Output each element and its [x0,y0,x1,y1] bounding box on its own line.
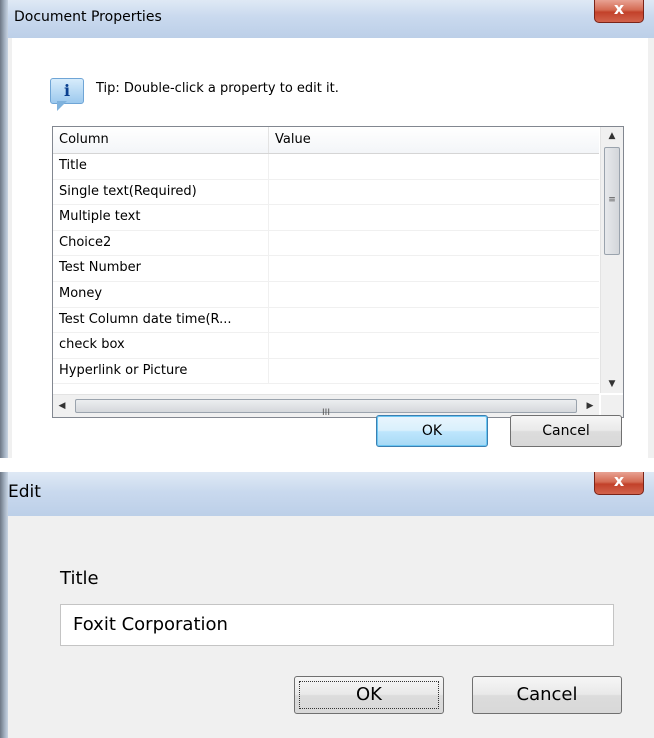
row-value-cell [269,154,599,179]
list-row[interactable]: Money [53,281,599,308]
row-column-cell: Choice2 [53,230,269,256]
window-border [0,472,8,738]
separator [0,460,654,472]
row-column-cell: Money [53,281,269,307]
grip-icon: ≡ [608,195,616,205]
list-row[interactable]: check box [53,333,599,359]
tip-text: Tip: Double-click a property to edit it. [96,81,339,96]
cancel-button[interactable]: Cancel [472,676,622,714]
row-value-cell [269,282,599,307]
list-rows: Title Single text(Required) Multiple tex… [53,154,599,390]
scroll-down-arrow-icon[interactable]: ▼ [601,375,623,393]
vertical-scrollbar[interactable]: ▲ ≡ ▼ [600,127,623,393]
horizontal-scroll-thumb[interactable]: III [75,399,577,417]
row-value-cell [269,180,599,205]
ok-button[interactable]: OK [294,676,444,714]
row-value-cell [269,333,599,358]
list-row[interactable]: Choice2 [53,230,599,257]
title-input[interactable]: Foxit Corporation [60,604,614,646]
titlebar[interactable]: Edit x [0,472,654,516]
row-column-cell: check box [53,333,269,358]
cancel-button[interactable]: Cancel [510,415,622,447]
scroll-corner [601,395,623,417]
list-header: Column Value [53,127,599,154]
row-column-cell: Multiple text [53,205,269,230]
column-header-column[interactable]: Column [53,127,269,153]
list-row[interactable]: Hyperlink or Picture [53,358,599,385]
column-header-value[interactable]: Value [269,127,599,153]
row-value-cell [269,256,599,281]
close-button[interactable]: x [594,0,644,23]
row-column-cell: Test Column date time(R... [53,307,269,333]
row-column-cell: Title [53,154,269,179]
row-column-cell: Single text(Required) [53,179,269,205]
grip-icon: III [322,408,330,418]
row-column-cell: Hyperlink or Picture [53,358,269,384]
window-border [0,0,8,458]
scroll-left-arrow-icon[interactable]: ◀ [53,395,71,417]
horizontal-scrollbar[interactable]: ◀ III ▶ [53,394,599,417]
scroll-up-arrow-icon[interactable]: ▲ [601,127,623,145]
ok-button[interactable]: OK [376,415,488,447]
close-button[interactable]: x [594,472,644,495]
row-value-cell [269,308,599,333]
list-row[interactable]: Test Column date time(R... [53,307,599,334]
list-row[interactable]: Title [53,154,599,180]
row-value-cell [269,359,599,384]
list-row[interactable]: Test Number [53,256,599,282]
info-icon: i [50,78,84,111]
scroll-right-arrow-icon[interactable]: ▶ [581,395,599,417]
dialog-title: Edit [8,482,41,502]
row-column-cell: Test Number [53,256,269,281]
dialog-content: i Tip: Double-click a property to edit i… [12,38,648,458]
list-row[interactable]: Multiple text [53,205,599,231]
properties-list[interactable]: Column Value Title Single text(Required)… [52,126,624,418]
row-value-cell [269,205,599,230]
focus-ring [299,681,439,709]
vertical-scroll-thumb[interactable]: ≡ [604,147,620,255]
row-value-cell [269,231,599,256]
dialog-title: Document Properties [14,9,162,25]
field-label: Title [60,568,99,589]
titlebar[interactable]: Document Properties x [0,0,654,38]
document-properties-dialog: Document Properties x i Tip: Double-clic… [0,0,654,458]
list-row[interactable]: Single text(Required) [53,179,599,206]
